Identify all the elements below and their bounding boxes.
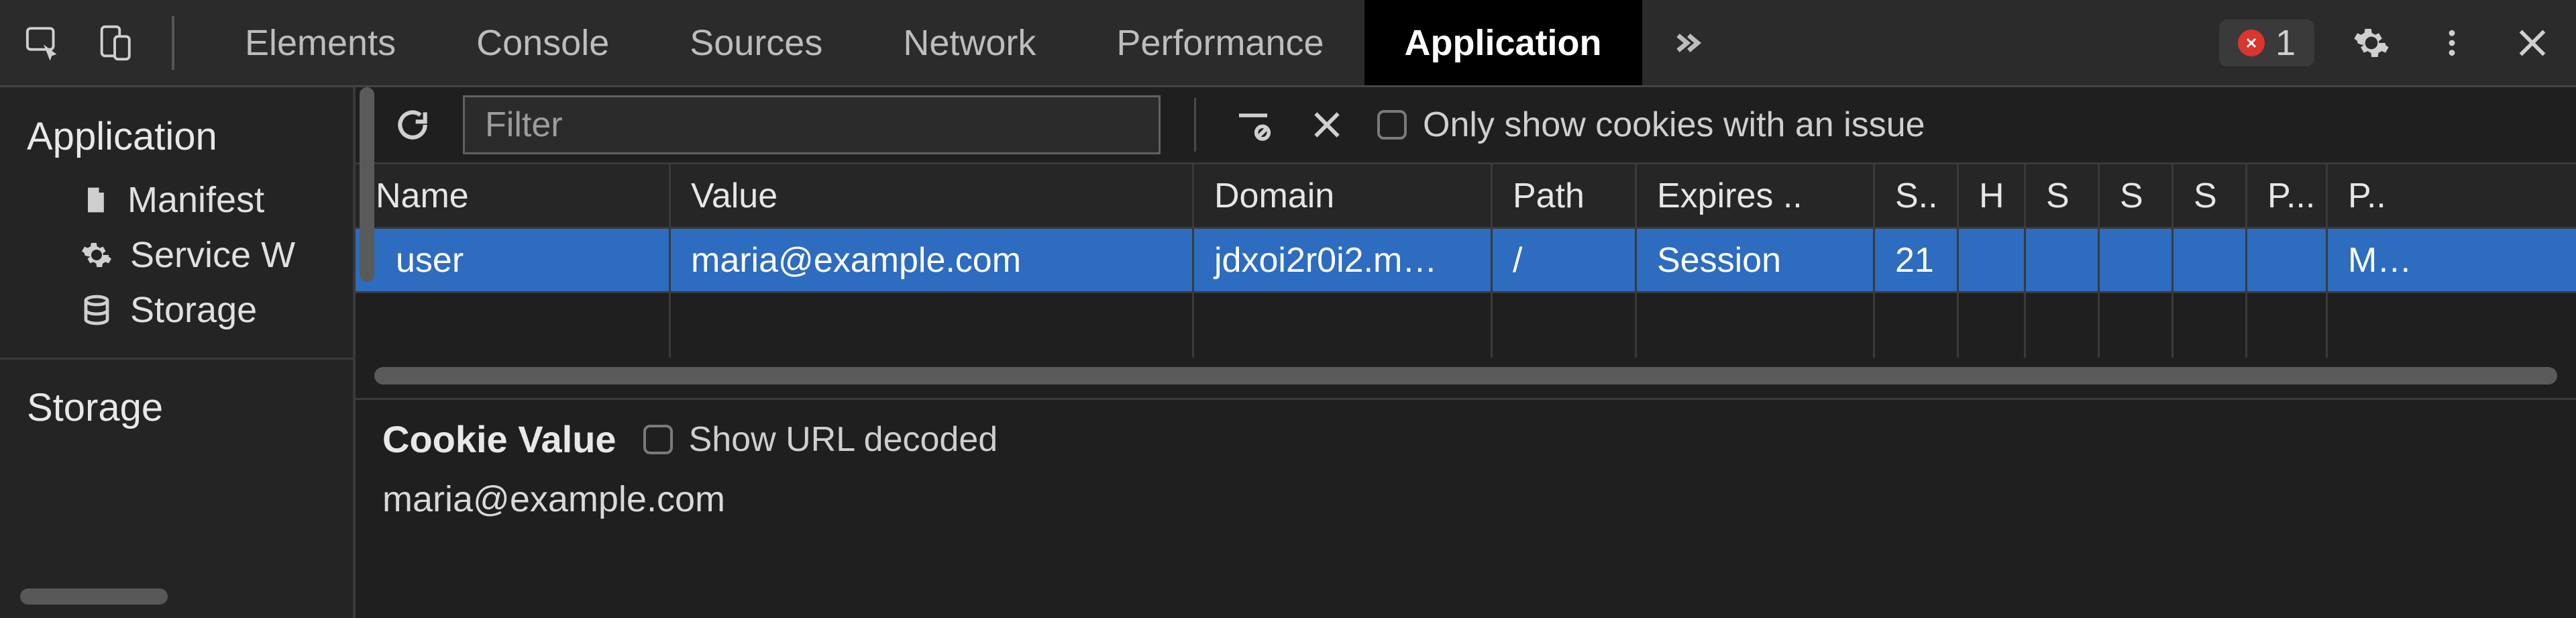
sidebar-item-service-workers[interactable]: Service W (0, 227, 353, 282)
show-url-decoded-label: Show URL decoded (689, 419, 998, 460)
col-domain[interactable]: Domain (1194, 164, 1493, 227)
cell-samesite (2100, 229, 2174, 291)
col-partitionkey[interactable]: P... (2247, 164, 2328, 227)
refresh-icon[interactable] (389, 101, 436, 148)
show-url-decoded-checkbox[interactable]: Show URL decoded (643, 419, 998, 460)
cookie-details-pane: Cookie Value Show URL decoded maria@exam… (356, 398, 2576, 618)
panel-body: Application Manifest Service W (0, 87, 2576, 618)
application-sidebar: Application Manifest Service W (0, 87, 356, 618)
cookies-table: Name Value Domain Path Expires .. S.. H … (356, 164, 2576, 358)
cell-expires: Session (1637, 229, 1875, 291)
sidebar-scrollbar[interactable] (360, 87, 374, 282)
panel-tabs: Elements Console Sources Network Perform… (205, 0, 2199, 85)
sidebar-item-label: Service W (130, 234, 295, 276)
col-priority[interactable]: P.. (2328, 164, 2576, 227)
cookies-filter-input[interactable] (463, 95, 1161, 154)
topbar-right-tools: 1 (2199, 19, 2556, 66)
tab-console[interactable]: Console (436, 0, 649, 85)
tab-sources[interactable]: Sources (649, 0, 863, 85)
checkbox-icon (1377, 110, 1407, 140)
col-samesite[interactable]: S (2100, 164, 2174, 227)
tab-network[interactable]: Network (863, 0, 1076, 85)
tab-elements[interactable]: Elements (205, 0, 436, 85)
gear-icon (80, 239, 113, 271)
error-icon (2238, 30, 2265, 56)
more-icon[interactable] (2428, 19, 2475, 66)
cookies-panel: Only show cookies with an issue Name Val… (356, 87, 2576, 618)
tabs-overflow-button[interactable] (1642, 0, 1732, 85)
topbar-left-icons (20, 16, 174, 70)
cell-value: maria@example.com (671, 229, 1194, 291)
col-name[interactable]: Name (356, 164, 671, 227)
col-path[interactable]: Path (1493, 164, 1637, 227)
sidebar-item-storage[interactable]: Storage (0, 282, 353, 338)
device-toggle-icon[interactable] (91, 19, 138, 66)
sidebar-item-label: Manifest (127, 179, 264, 221)
col-sameparty[interactable]: S (2174, 164, 2247, 227)
col-secure[interactable]: S (2026, 164, 2100, 227)
sidebar-item-manifest[interactable]: Manifest (0, 172, 353, 227)
col-httponly[interactable]: H (1959, 164, 2026, 227)
sidebar-section-application: Application (0, 101, 353, 172)
table-horizontal-scrollbar[interactable] (374, 367, 2557, 384)
cookies-table-row[interactable]: user maria@example.com jdxoi2r0i2.m… / S… (356, 229, 2576, 293)
sidebar-horizontal-scrollbar[interactable] (20, 588, 168, 605)
only-issue-label: Only show cookies with an issue (1423, 105, 1925, 145)
error-count-text: 1 (2275, 22, 2296, 64)
cell-partitionkey (2247, 229, 2328, 291)
cookie-value-title: Cookie Value (382, 417, 616, 461)
only-issue-checkbox-row[interactable]: Only show cookies with an issue (1377, 105, 1925, 145)
clear-filter-icon[interactable] (1230, 101, 1277, 148)
cell-secure (2026, 229, 2100, 291)
cell-size: 21 (1875, 229, 1959, 291)
error-count-badge[interactable]: 1 (2219, 19, 2314, 66)
cookies-toolbar: Only show cookies with an issue (356, 87, 2576, 164)
checkbox-icon (643, 425, 673, 454)
storage-icon (80, 294, 113, 326)
sidebar-divider (0, 358, 353, 360)
toolbar-separator (1194, 98, 1196, 152)
col-size[interactable]: S.. (1875, 164, 1959, 227)
col-value[interactable]: Value (671, 164, 1194, 227)
cell-httponly (1959, 229, 2026, 291)
sidebar-section-storage: Storage (0, 372, 353, 444)
cell-priority: M… (2328, 229, 2576, 291)
cookies-table-header: Name Value Domain Path Expires .. S.. H … (356, 164, 2576, 229)
tab-performance[interactable]: Performance (1076, 0, 1364, 85)
settings-icon[interactable] (2348, 19, 2395, 66)
clear-all-icon[interactable] (1303, 101, 1350, 148)
inspect-icon[interactable] (20, 19, 67, 66)
cell-path: / (1493, 229, 1637, 291)
tab-application[interactable]: Application (1364, 0, 1642, 85)
sidebar-item-label: Storage (130, 289, 257, 331)
cell-name: user (356, 229, 671, 291)
cookie-value-text: maria@example.com (382, 478, 2549, 520)
cell-sameparty (2174, 229, 2247, 291)
cell-domain: jdxoi2r0i2.m… (1194, 229, 1493, 291)
close-icon[interactable] (2509, 19, 2556, 66)
manifest-icon (80, 183, 110, 217)
devtools-tab-bar: Elements Console Sources Network Perform… (0, 0, 2576, 87)
cookies-table-empty-row (356, 293, 2576, 358)
col-expires[interactable]: Expires .. (1637, 164, 1875, 227)
